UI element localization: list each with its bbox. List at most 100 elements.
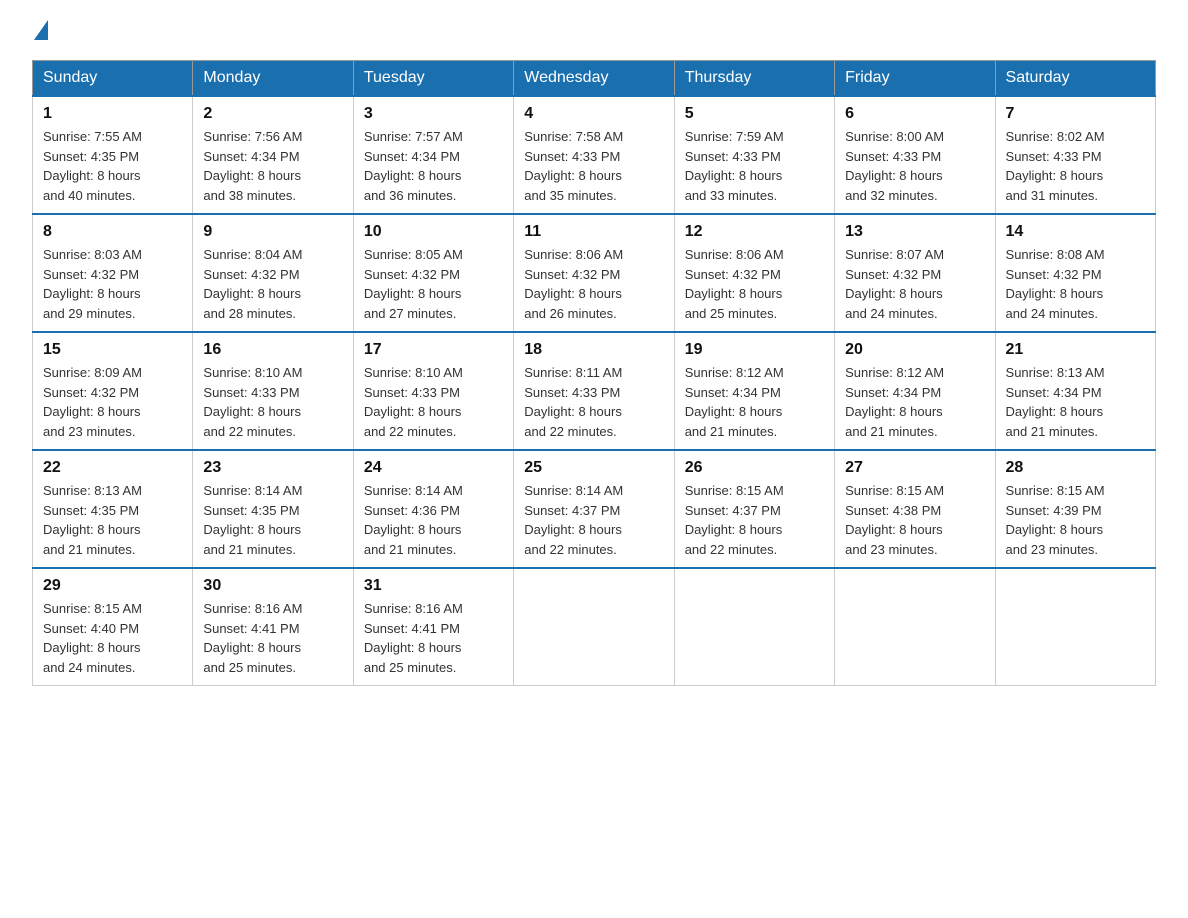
day-number: 25 xyxy=(524,459,663,477)
day-number: 13 xyxy=(845,223,984,241)
calendar-cell: 5 Sunrise: 7:59 AM Sunset: 4:33 PM Dayli… xyxy=(674,96,834,214)
week-row-5: 29 Sunrise: 8:15 AM Sunset: 4:40 PM Dayl… xyxy=(33,568,1156,686)
day-info: Sunrise: 8:06 AM Sunset: 4:32 PM Dayligh… xyxy=(524,245,663,323)
day-number: 18 xyxy=(524,341,663,359)
calendar-cell: 2 Sunrise: 7:56 AM Sunset: 4:34 PM Dayli… xyxy=(193,96,353,214)
day-number: 26 xyxy=(685,459,824,477)
day-number: 29 xyxy=(43,577,182,595)
day-number: 2 xyxy=(203,105,342,123)
weekday-header-tuesday: Tuesday xyxy=(353,61,513,97)
calendar-cell xyxy=(514,568,674,686)
day-info: Sunrise: 8:13 AM Sunset: 4:34 PM Dayligh… xyxy=(1006,363,1145,441)
day-info: Sunrise: 8:15 AM Sunset: 4:39 PM Dayligh… xyxy=(1006,481,1145,559)
calendar-cell: 9 Sunrise: 8:04 AM Sunset: 4:32 PM Dayli… xyxy=(193,214,353,332)
day-info: Sunrise: 8:05 AM Sunset: 4:32 PM Dayligh… xyxy=(364,245,503,323)
calendar-cell: 22 Sunrise: 8:13 AM Sunset: 4:35 PM Dayl… xyxy=(33,450,193,568)
day-number: 8 xyxy=(43,223,182,241)
week-row-3: 15 Sunrise: 8:09 AM Sunset: 4:32 PM Dayl… xyxy=(33,332,1156,450)
week-row-4: 22 Sunrise: 8:13 AM Sunset: 4:35 PM Dayl… xyxy=(33,450,1156,568)
day-info: Sunrise: 8:08 AM Sunset: 4:32 PM Dayligh… xyxy=(1006,245,1145,323)
day-info: Sunrise: 8:14 AM Sunset: 4:37 PM Dayligh… xyxy=(524,481,663,559)
day-number: 6 xyxy=(845,105,984,123)
day-info: Sunrise: 8:00 AM Sunset: 4:33 PM Dayligh… xyxy=(845,127,984,205)
day-number: 12 xyxy=(685,223,824,241)
day-info: Sunrise: 8:10 AM Sunset: 4:33 PM Dayligh… xyxy=(364,363,503,441)
day-number: 21 xyxy=(1006,341,1145,359)
calendar-table: SundayMondayTuesdayWednesdayThursdayFrid… xyxy=(32,60,1156,686)
day-number: 31 xyxy=(364,577,503,595)
calendar-cell: 26 Sunrise: 8:15 AM Sunset: 4:37 PM Dayl… xyxy=(674,450,834,568)
calendar-cell: 24 Sunrise: 8:14 AM Sunset: 4:36 PM Dayl… xyxy=(353,450,513,568)
calendar-cell: 29 Sunrise: 8:15 AM Sunset: 4:40 PM Dayl… xyxy=(33,568,193,686)
day-info: Sunrise: 8:15 AM Sunset: 4:38 PM Dayligh… xyxy=(845,481,984,559)
calendar-cell: 17 Sunrise: 8:10 AM Sunset: 4:33 PM Dayl… xyxy=(353,332,513,450)
calendar-cell: 21 Sunrise: 8:13 AM Sunset: 4:34 PM Dayl… xyxy=(995,332,1155,450)
calendar-cell: 6 Sunrise: 8:00 AM Sunset: 4:33 PM Dayli… xyxy=(835,96,995,214)
day-info: Sunrise: 8:14 AM Sunset: 4:35 PM Dayligh… xyxy=(203,481,342,559)
weekday-header-sunday: Sunday xyxy=(33,61,193,97)
calendar-cell: 16 Sunrise: 8:10 AM Sunset: 4:33 PM Dayl… xyxy=(193,332,353,450)
calendar-cell: 1 Sunrise: 7:55 AM Sunset: 4:35 PM Dayli… xyxy=(33,96,193,214)
day-number: 4 xyxy=(524,105,663,123)
day-info: Sunrise: 8:03 AM Sunset: 4:32 PM Dayligh… xyxy=(43,245,182,323)
weekday-header-row: SundayMondayTuesdayWednesdayThursdayFrid… xyxy=(33,61,1156,97)
day-info: Sunrise: 7:55 AM Sunset: 4:35 PM Dayligh… xyxy=(43,127,182,205)
day-info: Sunrise: 8:06 AM Sunset: 4:32 PM Dayligh… xyxy=(685,245,824,323)
day-number: 5 xyxy=(685,105,824,123)
day-info: Sunrise: 8:15 AM Sunset: 4:37 PM Dayligh… xyxy=(685,481,824,559)
day-number: 17 xyxy=(364,341,503,359)
day-number: 9 xyxy=(203,223,342,241)
weekday-header-monday: Monday xyxy=(193,61,353,97)
calendar-cell: 20 Sunrise: 8:12 AM Sunset: 4:34 PM Dayl… xyxy=(835,332,995,450)
day-number: 11 xyxy=(524,223,663,241)
calendar-cell: 10 Sunrise: 8:05 AM Sunset: 4:32 PM Dayl… xyxy=(353,214,513,332)
week-row-2: 8 Sunrise: 8:03 AM Sunset: 4:32 PM Dayli… xyxy=(33,214,1156,332)
calendar-cell: 25 Sunrise: 8:14 AM Sunset: 4:37 PM Dayl… xyxy=(514,450,674,568)
day-number: 3 xyxy=(364,105,503,123)
day-number: 27 xyxy=(845,459,984,477)
logo-triangle-icon xyxy=(34,20,48,40)
day-number: 16 xyxy=(203,341,342,359)
day-number: 10 xyxy=(364,223,503,241)
calendar-cell: 15 Sunrise: 8:09 AM Sunset: 4:32 PM Dayl… xyxy=(33,332,193,450)
day-number: 20 xyxy=(845,341,984,359)
day-info: Sunrise: 7:58 AM Sunset: 4:33 PM Dayligh… xyxy=(524,127,663,205)
calendar-cell: 4 Sunrise: 7:58 AM Sunset: 4:33 PM Dayli… xyxy=(514,96,674,214)
day-info: Sunrise: 8:13 AM Sunset: 4:35 PM Dayligh… xyxy=(43,481,182,559)
day-info: Sunrise: 8:04 AM Sunset: 4:32 PM Dayligh… xyxy=(203,245,342,323)
day-info: Sunrise: 7:56 AM Sunset: 4:34 PM Dayligh… xyxy=(203,127,342,205)
day-info: Sunrise: 8:07 AM Sunset: 4:32 PM Dayligh… xyxy=(845,245,984,323)
day-number: 15 xyxy=(43,341,182,359)
calendar-cell: 27 Sunrise: 8:15 AM Sunset: 4:38 PM Dayl… xyxy=(835,450,995,568)
calendar-cell: 31 Sunrise: 8:16 AM Sunset: 4:41 PM Dayl… xyxy=(353,568,513,686)
day-info: Sunrise: 8:15 AM Sunset: 4:40 PM Dayligh… xyxy=(43,599,182,677)
calendar-cell: 7 Sunrise: 8:02 AM Sunset: 4:33 PM Dayli… xyxy=(995,96,1155,214)
day-info: Sunrise: 8:11 AM Sunset: 4:33 PM Dayligh… xyxy=(524,363,663,441)
calendar-cell: 13 Sunrise: 8:07 AM Sunset: 4:32 PM Dayl… xyxy=(835,214,995,332)
day-number: 22 xyxy=(43,459,182,477)
day-info: Sunrise: 8:02 AM Sunset: 4:33 PM Dayligh… xyxy=(1006,127,1145,205)
calendar-cell xyxy=(674,568,834,686)
day-info: Sunrise: 7:57 AM Sunset: 4:34 PM Dayligh… xyxy=(364,127,503,205)
calendar-cell: 12 Sunrise: 8:06 AM Sunset: 4:32 PM Dayl… xyxy=(674,214,834,332)
weekday-header-friday: Friday xyxy=(835,61,995,97)
day-info: Sunrise: 8:16 AM Sunset: 4:41 PM Dayligh… xyxy=(364,599,503,677)
day-number: 24 xyxy=(364,459,503,477)
day-info: Sunrise: 8:12 AM Sunset: 4:34 PM Dayligh… xyxy=(845,363,984,441)
calendar-cell: 3 Sunrise: 7:57 AM Sunset: 4:34 PM Dayli… xyxy=(353,96,513,214)
week-row-1: 1 Sunrise: 7:55 AM Sunset: 4:35 PM Dayli… xyxy=(33,96,1156,214)
logo xyxy=(32,24,48,40)
day-info: Sunrise: 8:09 AM Sunset: 4:32 PM Dayligh… xyxy=(43,363,182,441)
calendar-cell xyxy=(995,568,1155,686)
calendar-cell: 28 Sunrise: 8:15 AM Sunset: 4:39 PM Dayl… xyxy=(995,450,1155,568)
day-info: Sunrise: 8:12 AM Sunset: 4:34 PM Dayligh… xyxy=(685,363,824,441)
calendar-cell: 30 Sunrise: 8:16 AM Sunset: 4:41 PM Dayl… xyxy=(193,568,353,686)
day-number: 28 xyxy=(1006,459,1145,477)
page-header xyxy=(32,24,1156,40)
calendar-cell: 14 Sunrise: 8:08 AM Sunset: 4:32 PM Dayl… xyxy=(995,214,1155,332)
calendar-cell: 18 Sunrise: 8:11 AM Sunset: 4:33 PM Dayl… xyxy=(514,332,674,450)
day-number: 23 xyxy=(203,459,342,477)
calendar-cell: 19 Sunrise: 8:12 AM Sunset: 4:34 PM Dayl… xyxy=(674,332,834,450)
calendar-cell xyxy=(835,568,995,686)
day-info: Sunrise: 8:10 AM Sunset: 4:33 PM Dayligh… xyxy=(203,363,342,441)
